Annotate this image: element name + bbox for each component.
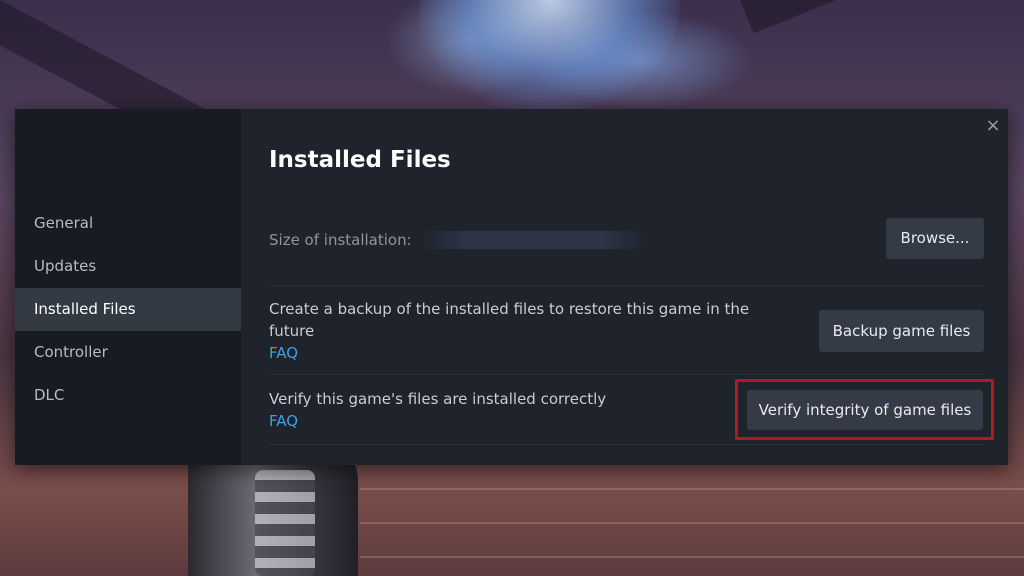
properties-sidebar: General Updates Installed Files Controll… [15, 109, 241, 465]
background-deck-line [360, 522, 1024, 524]
background-dragon-art [420, 0, 680, 110]
size-of-installation-value-redacted [419, 231, 649, 249]
page-title: Installed Files [269, 147, 451, 173]
background-beam [740, 0, 1024, 34]
installed-files-panel: × Installed Files Size of installation: … [241, 109, 1008, 465]
sidebar-item-updates[interactable]: Updates [15, 245, 241, 288]
browse-button[interactable]: Browse... [886, 218, 984, 259]
backup-faq-link[interactable]: FAQ [269, 344, 298, 362]
background-mech-detail [255, 470, 315, 576]
properties-dialog: General Updates Installed Files Controll… [15, 109, 1008, 465]
background-deck-line [360, 488, 1024, 490]
verify-integrity-button[interactable]: Verify integrity of game files [747, 390, 983, 430]
divider [269, 374, 984, 375]
sidebar-item-general[interactable]: General [15, 202, 241, 245]
sidebar-item-dlc[interactable]: DLC [15, 374, 241, 417]
backup-description: Create a backup of the installed files t… [269, 300, 750, 340]
divider [269, 285, 984, 286]
close-icon[interactable]: × [982, 115, 1004, 137]
divider [269, 444, 984, 445]
backup-game-files-button[interactable]: Backup game files [819, 310, 984, 352]
background-deck-line [360, 556, 1024, 558]
verify-faq-link[interactable]: FAQ [269, 412, 298, 430]
size-of-installation-label: Size of installation: [269, 231, 412, 249]
verify-description: Verify this game's files are installed c… [269, 390, 607, 408]
sidebar-item-controller[interactable]: Controller [15, 331, 241, 374]
sidebar-item-installed-files[interactable]: Installed Files [15, 288, 241, 331]
